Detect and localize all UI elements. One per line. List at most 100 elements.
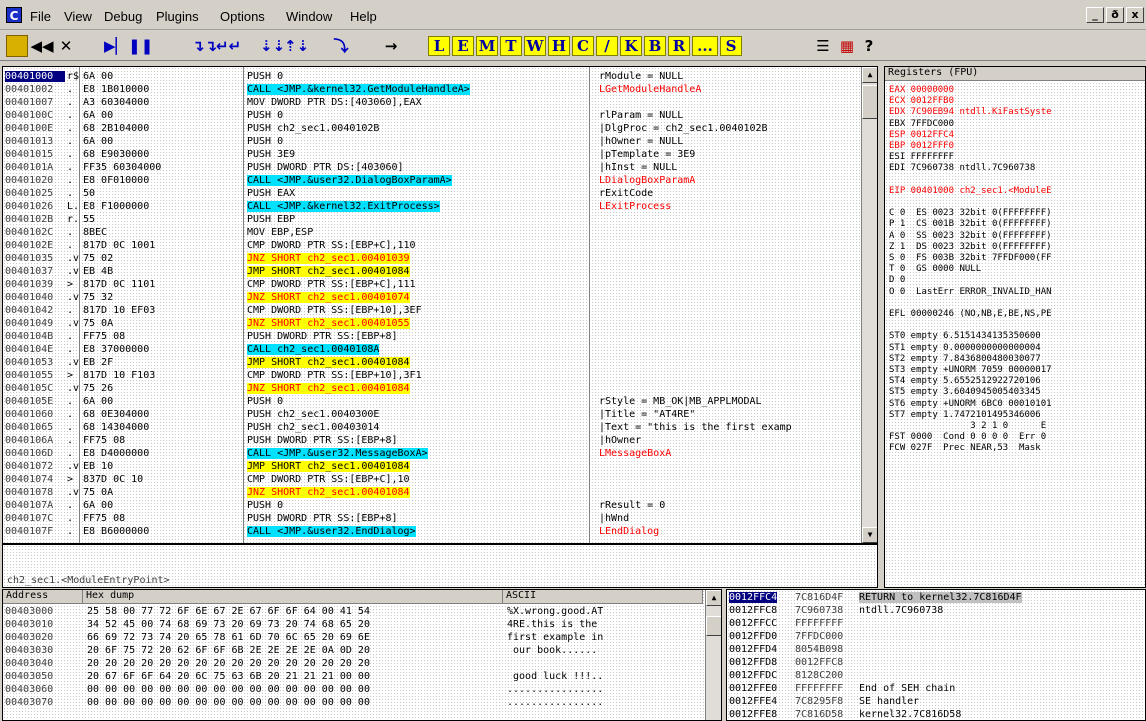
disasm-row[interactable]: 0040107F. E8 B6000000 CALL <JMP.&user32.En…: [3, 526, 859, 537]
disasm-row[interactable]: 00401053 .v EB 2F JMP SHORT ch2_sec1.004010…: [3, 357, 859, 368]
call-stack-window-button[interactable]: K: [620, 36, 642, 56]
step-into-icon[interactable]: ↴↴: [192, 35, 217, 57]
disasm-row[interactable]: 00401072 .v EB 10 JMP SHORT ch2_sec1.004010…: [3, 461, 859, 472]
pause-icon[interactable]: ❚❚: [128, 35, 153, 57]
scroll-down-icon[interactable]: ▼: [862, 527, 877, 543]
dump-row[interactable]: 00403000 25 58 00 77 72 6F 6E 67 2E 67 6F…: [3, 606, 703, 617]
disasm-row[interactable]: 00401026 L. E8 F1000000 CALL <JMP.&kernel32…: [3, 201, 859, 212]
stack-row[interactable]: 0012FFD4 8054B098: [727, 644, 1145, 655]
disasm-scrollbar[interactable]: ▲ ▼: [861, 67, 877, 543]
cpu-window-button[interactable]: C: [572, 36, 594, 56]
dump-scroll-thumb[interactable]: [706, 616, 721, 636]
disasm-row[interactable]: 00401049 .v 75 0A JNZ SHORT ch2_sec1.004010…: [3, 318, 859, 329]
open-icon[interactable]: [6, 35, 28, 57]
stack-row[interactable]: 0012FFD0 7FFDC000: [727, 631, 1145, 642]
disasm-row[interactable]: 0040107C. FF75 08 PUSH DWORD PTR SS:[EBP+8…: [3, 513, 859, 524]
help-button[interactable]: ?: [860, 35, 878, 57]
dump-header-hex[interactable]: Hex dump: [83, 590, 503, 604]
windows-window-button[interactable]: W: [524, 36, 546, 56]
execute-till-return-icon[interactable]: ⤵: [330, 35, 352, 57]
disasm-row[interactable]: 00401035 .v 75 02 JNZ SHORT ch2_sec1.004010…: [3, 253, 859, 264]
disasm-row[interactable]: 0040102B r. 55 PUSH EBP: [3, 214, 859, 225]
disasm-row[interactable]: 00401037 .v EB 4B JMP SHORT ch2_sec1.004010…: [3, 266, 859, 277]
disasm-row[interactable]: 00401015. 68 E9030000 PUSH 3E9 |pTemplate =…: [3, 149, 859, 160]
list-icon[interactable]: ☰: [812, 35, 834, 57]
goto-icon[interactable]: →: [380, 35, 402, 57]
restart-icon[interactable]: ◀◀: [30, 35, 54, 57]
run-trace-window-button[interactable]: ...: [692, 36, 718, 56]
step-over-icon[interactable]: ↵↵: [216, 35, 241, 57]
stack-row[interactable]: 0012FFE4 7C8295F8 SE handler: [727, 696, 1145, 707]
disasm-row[interactable]: 00401025. 50 PUSH EAX rExitCode: [3, 188, 859, 199]
restore-button[interactable]: ð: [1106, 7, 1124, 23]
disasm-row[interactable]: 00401065. 68 14304000 PUSH ch2_sec1.004030…: [3, 422, 859, 433]
disasm-row[interactable]: 0040104E. E8 37000000 CALL ch2_sec1.004010…: [3, 344, 859, 355]
dump-scroll-up-icon[interactable]: ▲: [706, 590, 721, 606]
stack-pane[interactable]: 0012FFC4 7C816D4F RETURN to kernel32.7C816…: [726, 589, 1146, 721]
threads-window-button[interactable]: T: [500, 36, 522, 56]
close-icon[interactable]: ✕: [56, 35, 76, 57]
stack-row[interactable]: 0012FFD8 0012FFC8: [727, 657, 1145, 668]
dump-row[interactable]: 00403050 20 67 6F 6F 64 20 6C 75 63 6B 20…: [3, 671, 703, 682]
disasm-row[interactable]: 0040100C. 6A 00 PUSH 0 rlParam = NULL: [3, 110, 859, 121]
dump-row[interactable]: 00403070 00 00 00 00 00 00 00 00 00 00 00…: [3, 697, 703, 708]
menu-debug[interactable]: Debug: [104, 9, 142, 24]
disasm-row[interactable]: 0040102C. 8BEC MOV EBP,ESP: [3, 227, 859, 238]
disasm-row[interactable]: 00401007. A3 60304000 MOV DWORD PTR DS:[40…: [3, 97, 859, 108]
minimize-button[interactable]: _: [1086, 7, 1104, 23]
trace-over-icon[interactable]: ⇡⇣: [284, 35, 309, 57]
log-window-button[interactable]: L: [428, 36, 450, 56]
disasm-row[interactable]: 0040100E. 68 2B104000 PUSH ch2_sec1.004010…: [3, 123, 859, 134]
menu-window[interactable]: Window: [286, 9, 332, 24]
menu-view[interactable]: View: [64, 9, 92, 24]
disasm-row[interactable]: 0040105C .v 75 26 JNZ SHORT ch2_sec1.004010…: [3, 383, 859, 394]
references-window-button[interactable]: R: [668, 36, 690, 56]
trace-into-icon[interactable]: ⇣⇣: [260, 35, 285, 57]
disasm-row[interactable]: 0040105E. 6A 00 PUSH 0 rStyle = MB_OK|MB_AP…: [3, 396, 859, 407]
menu-file[interactable]: File: [30, 9, 51, 24]
breakpoints-window-button[interactable]: B: [644, 36, 666, 56]
disasm-row[interactable]: 00401078 .v 75 0A JNZ SHORT ch2_sec1.004010…: [3, 487, 859, 498]
options-grid-icon[interactable]: ▦: [836, 35, 858, 57]
disasm-row[interactable]: 0040104B. FF75 08 PUSH DWORD PTR SS:[EBP+8…: [3, 331, 859, 342]
patches-window-button[interactable]: /: [596, 36, 618, 56]
disassembly-pane[interactable]: 00401000 r$ 6A 00 PUSH 0 rModule = NULL 00401…: [2, 66, 878, 544]
disasm-row[interactable]: 0040106A. FF75 08 PUSH DWORD PTR SS:[EBP+8…: [3, 435, 859, 446]
run-icon[interactable]: ▶▏: [104, 35, 127, 57]
memory-window-button[interactable]: M: [476, 36, 498, 56]
disasm-row[interactable]: 00401060. 68 0E304000 PUSH ch2_sec1.004030…: [3, 409, 859, 420]
dump-header-address[interactable]: Address: [3, 590, 83, 604]
disasm-row[interactable]: 00401039 >817D 0C 1101 CMP DWORD PTR SS:[E…: [3, 279, 859, 290]
stack-row[interactable]: 0012FFE0 FFFFFFFF End of SEH chain: [727, 683, 1145, 694]
disasm-row[interactable]: 0040102E. 817D 0C 1001 CMP DWORD PTR SS:[E…: [3, 240, 859, 251]
menu-plugins[interactable]: Plugins: [156, 9, 199, 24]
handles-window-button[interactable]: H: [548, 36, 570, 56]
scroll-up-icon[interactable]: ▲: [862, 67, 877, 83]
registers-pane[interactable]: Registers (FPU) EAX 00000000 ECX 0012FFB0…: [884, 66, 1146, 588]
disasm-row[interactable]: 00401040 .v 75 32 JNZ SHORT ch2_sec1.004010…: [3, 292, 859, 303]
dump-row[interactable]: 00403040 20 20 20 20 20 20 20 20 20 20 20…: [3, 658, 703, 669]
disasm-row[interactable]: 00401000 r$ 6A 00 PUSH 0 rModule = NULL: [3, 71, 859, 82]
source-window-button[interactable]: S: [720, 36, 742, 56]
dump-row[interactable]: 00403030 20 6F 75 72 20 62 6F 6F 6B 2E 2E…: [3, 645, 703, 656]
disasm-row[interactable]: 0040101A. FF35 60304000 PUSH DWORD PTR DS:…: [3, 162, 859, 173]
stack-row[interactable]: 0012FFDC 8128C200: [727, 670, 1145, 681]
dump-pane[interactable]: Address Hex dump ASCII 00403000 25 58 00 …: [2, 589, 722, 721]
menu-options[interactable]: Options: [220, 9, 265, 24]
close-window-button[interactable]: x: [1126, 7, 1144, 23]
disasm-row[interactable]: 00401042. 817D 10 EF03 CMP DWORD PTR SS:[E…: [3, 305, 859, 316]
dump-row[interactable]: 00403010 34 52 45 00 74 68 69 73 20 69 73…: [3, 619, 703, 630]
stack-row[interactable]: 0012FFC8 7C960738 ntdll.7C960738: [727, 605, 1145, 616]
stack-row[interactable]: 0012FFC4 7C816D4F RETURN to kernel32.7C816…: [727, 592, 1145, 603]
stack-row[interactable]: 0012FFE8 7C816D58 kernel32.7C816D58: [727, 709, 1145, 720]
disasm-row[interactable]: 00401013. 6A 00 PUSH 0 |hOwner = NULL: [3, 136, 859, 147]
menu-help[interactable]: Help: [350, 9, 377, 24]
disasm-row[interactable]: 0040107A. 6A 00 PUSH 0 rResult = 0: [3, 500, 859, 511]
scroll-thumb[interactable]: [862, 85, 877, 119]
disasm-row[interactable]: 00401020. E8 0F010000 CALL <JMP.&user32.Di…: [3, 175, 859, 186]
modules-window-button[interactable]: E: [452, 36, 474, 56]
dump-row[interactable]: 00403020 66 69 72 73 74 20 65 78 61 6D 70…: [3, 632, 703, 643]
dump-scrollbar[interactable]: ▲: [705, 590, 721, 720]
stack-row[interactable]: 0012FFCC FFFFFFFF: [727, 618, 1145, 629]
dump-row[interactable]: 00403060 00 00 00 00 00 00 00 00 00 00 00…: [3, 684, 703, 695]
